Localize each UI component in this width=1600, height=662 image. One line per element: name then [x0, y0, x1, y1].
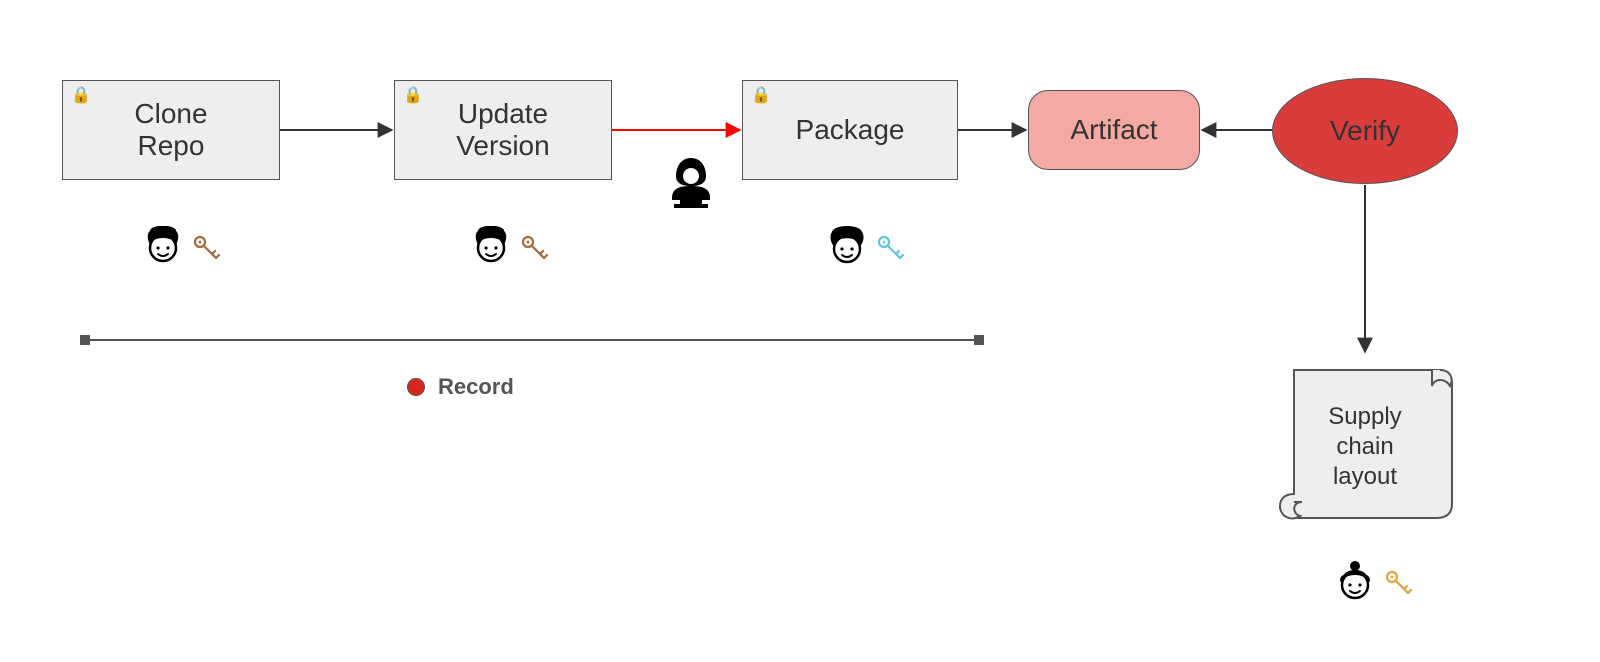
node-label: Verify	[1330, 115, 1400, 147]
node-label: CloneRepo	[134, 98, 207, 162]
actor-clone	[142, 226, 222, 272]
record-dot-icon	[407, 378, 425, 396]
lock-icon: 🔒	[751, 87, 771, 105]
node-label: Supplychainlayout	[1274, 402, 1456, 492]
node-verify: Verify	[1272, 78, 1458, 184]
key-icon	[192, 234, 222, 264]
node-artifact: Artifact	[1028, 90, 1200, 170]
record-label: Record	[438, 374, 514, 400]
node-label: UpdateVersion	[456, 98, 549, 162]
diagram-canvas: 🔒 CloneRepo 🔒 UpdateVersion 🔒 Package Ar…	[0, 0, 1600, 662]
track-cap-right	[974, 335, 984, 345]
node-package: 🔒 Package	[742, 80, 958, 180]
key-icon	[520, 234, 550, 264]
node-update-version: 🔒 UpdateVersion	[394, 80, 612, 180]
actor-scroll	[1334, 560, 1414, 608]
person-icon	[1334, 560, 1376, 608]
key-icon	[1384, 569, 1414, 599]
actor-package	[826, 226, 906, 272]
lock-icon: 🔒	[403, 87, 423, 105]
node-label: Package	[796, 114, 905, 146]
track-cap-left	[80, 335, 90, 345]
person-icon	[142, 226, 184, 272]
person-icon	[826, 226, 868, 272]
node-label: Artifact	[1070, 114, 1157, 146]
node-supply-chain-layout: Supplychainlayout	[1274, 356, 1456, 532]
actor-update	[470, 226, 550, 272]
attacker-icon	[666, 156, 716, 213]
record-track	[90, 339, 974, 341]
node-clone-repo: 🔒 CloneRepo	[62, 80, 280, 180]
key-icon	[876, 234, 906, 264]
person-icon	[470, 226, 512, 272]
lock-icon: 🔒	[71, 87, 91, 105]
